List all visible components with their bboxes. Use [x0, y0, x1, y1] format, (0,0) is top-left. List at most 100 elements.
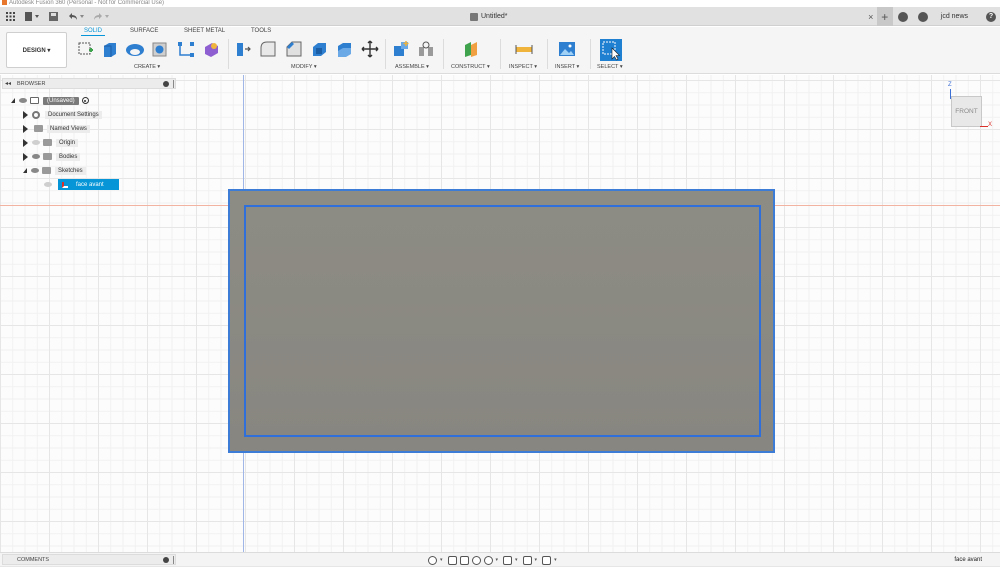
expand-arrow-icon[interactable]: [23, 152, 28, 161]
visibility-eye-icon[interactable]: [31, 168, 39, 173]
move-copy-icon[interactable]: [361, 40, 379, 58]
pan-hand-icon[interactable]: [459, 555, 469, 565]
activate-radio-icon[interactable]: [81, 97, 89, 104]
tree-item-label: Sketches: [55, 166, 86, 175]
expand-arrow-icon[interactable]: [23, 168, 27, 173]
zoom-dropdown-icon[interactable]: ▾: [496, 557, 499, 563]
new-tab-button[interactable]: +: [876, 7, 893, 26]
tree-item-sketch-selected[interactable]: face avant: [58, 179, 119, 190]
user-account-button[interactable]: jcd news: [941, 13, 968, 20]
document-tab[interactable]: Untitled*: [470, 10, 507, 23]
tree-root[interactable]: (Unsaved): [11, 95, 89, 106]
undo-icon[interactable]: [66, 10, 86, 23]
construct-group-label[interactable]: CONSTRUCT ▾: [451, 64, 490, 70]
expand-arrow-icon[interactable]: [11, 98, 15, 103]
save-icon[interactable]: [47, 10, 59, 23]
select-group-label[interactable]: SELECT ▾: [597, 64, 623, 70]
z-axis-label: Z: [948, 82, 952, 88]
tab-sheet-metal[interactable]: SHEET METAL: [184, 28, 225, 34]
insert-image-icon[interactable]: [558, 40, 576, 58]
viewcube[interactable]: Z FRONT X: [946, 82, 996, 132]
tab-tools[interactable]: TOOLS: [251, 28, 271, 34]
selection-status: face avant: [954, 557, 982, 563]
fusion-app-icon: [2, 0, 7, 5]
display-settings-icon[interactable]: [503, 555, 513, 565]
browser-header[interactable]: ◂◂ BROWSER: [2, 78, 176, 89]
visibility-eye-icon[interactable]: [19, 98, 27, 103]
tree-item-origin[interactable]: Origin: [23, 137, 79, 148]
press-pull-icon[interactable]: [234, 40, 252, 58]
folder-icon: [34, 125, 43, 132]
shell-icon[interactable]: [310, 40, 328, 58]
joint-icon[interactable]: [417, 40, 435, 58]
select-tool-icon[interactable]: [600, 39, 622, 61]
viewports-icon[interactable]: [542, 555, 552, 565]
bottom-bar: COMMENTS ▾ ▾ ▾ ▾ ▾ face avant: [0, 552, 1000, 566]
grid-dropdown-icon[interactable]: ▾: [535, 557, 538, 563]
zoom-icon[interactable]: [471, 555, 481, 565]
expand-arrow-icon[interactable]: [23, 124, 28, 133]
sketch-profile-rectangle[interactable]: [244, 205, 761, 437]
tree-item-label: Origin: [56, 138, 79, 147]
close-tab-button[interactable]: ×: [865, 12, 877, 22]
body-front-face[interactable]: [228, 189, 775, 453]
redo-icon[interactable]: [90, 10, 112, 23]
visibility-eye-icon[interactable]: [44, 182, 52, 187]
inspect-group-label[interactable]: INSPECT ▾: [509, 64, 537, 70]
offset-plane-icon[interactable]: [462, 40, 480, 58]
look-at-icon[interactable]: [447, 555, 457, 565]
tree-item-label: Bodies: [56, 152, 81, 161]
create-form-icon[interactable]: [202, 40, 220, 58]
visibility-eye-icon[interactable]: [32, 154, 40, 159]
display-dropdown-icon[interactable]: ▾: [515, 557, 518, 563]
tab-surface[interactable]: SURFACE: [130, 28, 158, 34]
grid-settings-icon[interactable]: [522, 555, 532, 565]
collapse-browser-icon[interactable]: ◂◂: [5, 80, 11, 87]
viewports-dropdown-icon[interactable]: ▾: [554, 557, 557, 563]
assemble-group-label[interactable]: ASSEMBLE ▾: [395, 64, 429, 70]
create-group-label[interactable]: CREATE ▾: [134, 64, 160, 70]
tab-solid[interactable]: SOLID: [81, 28, 106, 36]
modify-group-label[interactable]: MODIFY ▾: [291, 64, 317, 70]
visibility-eye-icon[interactable]: [32, 140, 40, 145]
fit-icon[interactable]: [483, 555, 493, 565]
job-status-icon[interactable]: [917, 11, 928, 22]
tree-item-bodies[interactable]: Bodies: [23, 151, 81, 162]
pattern-icon[interactable]: [177, 40, 195, 58]
tree-item-sketches[interactable]: Sketches: [23, 165, 86, 176]
orbit-dropdown-icon[interactable]: ▾: [440, 557, 443, 563]
tree-item-document-settings[interactable]: Document Settings: [23, 109, 102, 120]
new-component-icon[interactable]: [392, 40, 410, 58]
comments-resize-handle[interactable]: [173, 556, 174, 564]
group-separator: [500, 39, 501, 69]
hole-icon[interactable]: [151, 40, 169, 58]
browser-resize-handle[interactable]: [173, 80, 174, 88]
group-separator: [443, 39, 444, 69]
combine-icon[interactable]: [336, 40, 354, 58]
comments-add-icon[interactable]: [163, 557, 169, 563]
viewcube-front-face[interactable]: FRONT: [951, 96, 982, 127]
tree-item-named-views[interactable]: Named Views: [23, 123, 90, 134]
help-button[interactable]: ?: [986, 11, 996, 22]
comments-panel[interactable]: COMMENTS: [2, 554, 176, 565]
folder-icon: [43, 153, 52, 160]
ribbon-toolbar: DESIGN ▾ SOLID SURFACE SHEET METAL TOOLS…: [0, 27, 1000, 74]
extrude-icon[interactable]: [101, 40, 119, 58]
file-menu-icon[interactable]: [22, 10, 42, 23]
browser-pin-icon[interactable]: [163, 81, 169, 87]
sketch-visibility[interactable]: [44, 179, 55, 190]
document-icon: [30, 97, 39, 104]
expand-arrow-icon[interactable]: [23, 110, 28, 119]
orbit-icon[interactable]: [428, 555, 437, 565]
revolve-icon[interactable]: [125, 40, 144, 58]
chamfer-icon[interactable]: [285, 40, 303, 58]
create-sketch-icon[interactable]: [77, 40, 95, 58]
measure-icon[interactable]: [515, 40, 533, 58]
data-panel-grid-icon[interactable]: [4, 10, 16, 23]
fillet-icon[interactable]: [259, 40, 277, 58]
insert-group-label[interactable]: INSERT ▾: [555, 64, 579, 70]
extensions-icon[interactable]: [897, 11, 908, 22]
application-bar: Untitled* × + jcd news ?: [0, 7, 1000, 26]
workspace-switcher-button[interactable]: DESIGN ▾: [6, 32, 67, 68]
expand-arrow-icon[interactable]: [23, 138, 28, 147]
